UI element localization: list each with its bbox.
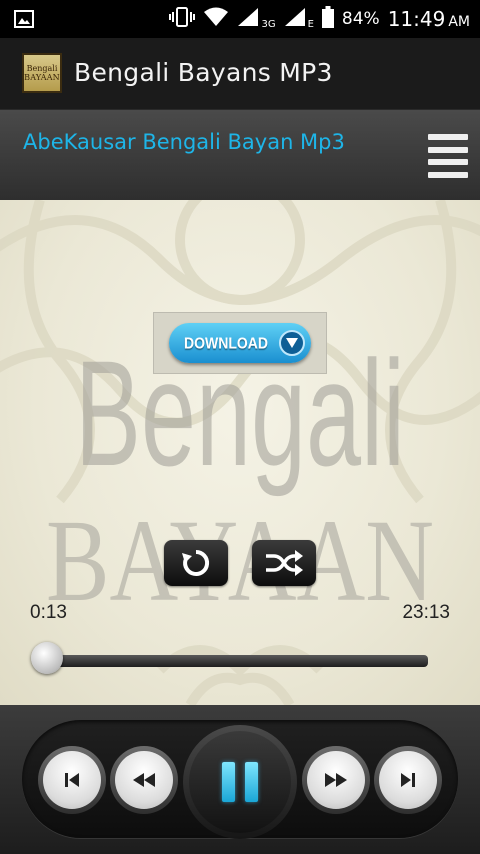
pause-button[interactable] xyxy=(183,725,297,839)
battery-icon xyxy=(321,5,334,33)
menu-icon xyxy=(428,134,468,140)
download-label: DOWNLOAD xyxy=(184,333,268,353)
track-title: AbeKausar Bengali Bayan Mp3 xyxy=(23,130,345,154)
next-track-button[interactable] xyxy=(374,746,442,814)
download-panel: DOWNLOAD xyxy=(153,312,327,374)
playback-controls xyxy=(0,705,480,854)
shuffle-icon xyxy=(266,550,303,576)
player-content: Bengali BAYAAN DOWNLOAD 0:13 23:13 xyxy=(0,200,480,705)
action-bar: Bengali BAYAAN Bengali Bayans MP3 xyxy=(0,38,480,110)
watermark-line-2: BAYAAN xyxy=(46,495,434,626)
bengali-bayaan-watermark: Bengali BAYAAN xyxy=(46,329,434,626)
vibrate-icon xyxy=(169,6,196,32)
battery-percent: 84% xyxy=(341,9,380,29)
seek-bar[interactable] xyxy=(40,655,428,667)
menu-button[interactable] xyxy=(428,134,468,178)
rewind-icon xyxy=(133,773,155,787)
repeat-button[interactable] xyxy=(164,540,228,586)
image-notification-icon xyxy=(14,9,34,33)
clock-time: 11:49 xyxy=(387,7,446,31)
logo-text-2: BAYAAN xyxy=(24,73,60,82)
clock-ampm: AM xyxy=(448,14,470,30)
download-button[interactable]: DOWNLOAD xyxy=(169,323,311,363)
wifi-icon xyxy=(203,7,229,32)
fast-forward-button[interactable] xyxy=(302,746,370,814)
download-arrow-icon xyxy=(279,330,305,356)
app-title: Bengali Bayans MP3 xyxy=(74,58,333,87)
signal-icon-2 xyxy=(284,7,306,32)
fast-forward-icon xyxy=(325,773,347,787)
track-header: AbeKausar Bengali Bayan Mp3 xyxy=(0,110,480,200)
rewind-button[interactable] xyxy=(110,746,178,814)
skip-next-icon xyxy=(401,773,415,787)
status-bar: 3G E 84% 11:49 AM xyxy=(0,0,480,38)
network-e-label: E xyxy=(307,19,314,30)
total-time: 23:13 xyxy=(402,602,450,623)
logo-text-1: Bengali xyxy=(26,64,58,73)
previous-track-button[interactable] xyxy=(38,746,106,814)
network-3g-label: 3G xyxy=(261,19,276,30)
repeat-icon xyxy=(182,549,210,576)
skip-previous-icon xyxy=(65,773,79,787)
signal-icon-1 xyxy=(237,7,259,32)
pause-icon xyxy=(189,731,291,833)
shuffle-button[interactable] xyxy=(252,540,316,586)
elapsed-time: 0:13 xyxy=(30,602,67,623)
app-logo[interactable]: Bengali BAYAAN xyxy=(22,53,62,93)
